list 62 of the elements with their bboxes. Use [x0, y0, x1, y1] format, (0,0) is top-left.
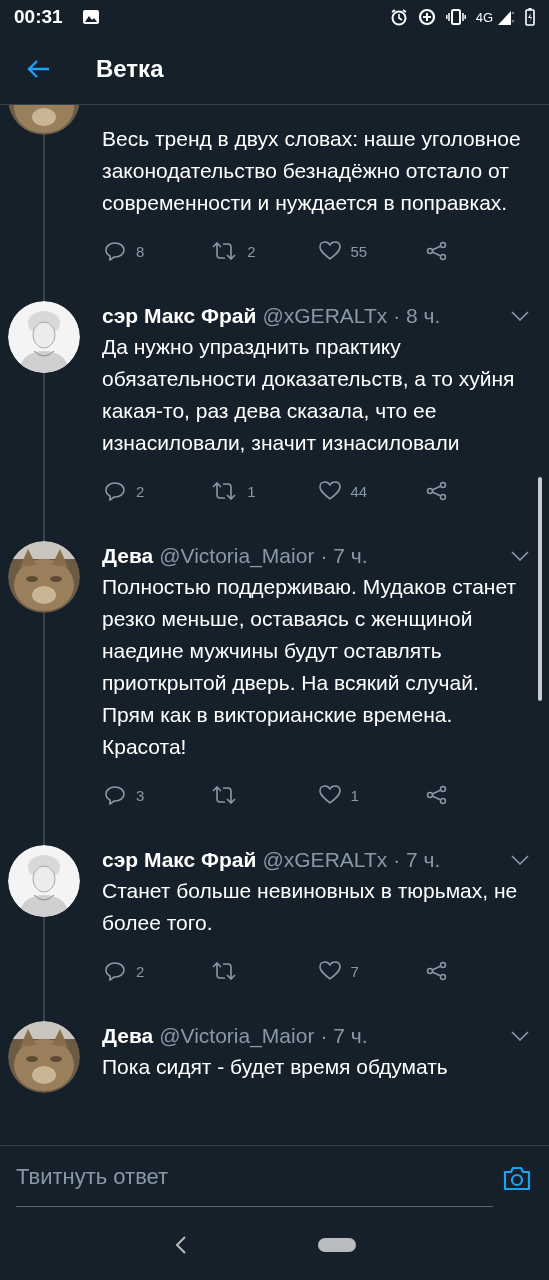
vibrate-icon: [445, 9, 466, 25]
tweet-text: Да нужно упразднить практику обязательности доказательств, а то хуйня какая-то, раз дева сказала, что ее изнасиловали, значит изнасиловали: [102, 334, 516, 456]
author-handle[interactable]: @Victoria_Maior: [159, 1024, 315, 1048]
reply-icon[interactable]: [104, 785, 126, 805]
author-name[interactable]: Дева: [102, 544, 154, 568]
like-count: 44: [350, 482, 368, 500]
heart-icon[interactable]: [318, 481, 341, 501]
like-count: 1: [350, 786, 359, 804]
reply-icon[interactable]: [104, 481, 126, 501]
tweet-time: · 8 ч.: [393, 304, 441, 328]
scrollbar[interactable]: [538, 477, 542, 701]
signal-icon: [497, 9, 515, 25]
author-handle[interactable]: @Victoria_Maior: [159, 544, 315, 568]
retweet-icon[interactable]: [211, 482, 238, 500]
reply-field[interactable]: Твитнуть ответ: [16, 1149, 493, 1207]
tweet-text: Полностью поддерживаю. Мудаков станет резко меньше, оставаясь с женщиной наедине мужчины будут оставлять приоткрытой дверь. На всякий случай. Прям как в викторианские времена. Красота!: [102, 574, 518, 760]
heart-icon[interactable]: [318, 241, 341, 261]
author-handle[interactable]: @xGERALTx: [262, 848, 388, 872]
tweet-text: Пока сидят - будет время обдумать: [102, 1054, 449, 1080]
network-type: 4G: [475, 9, 493, 25]
image-icon: [82, 10, 99, 24]
tweet-time: · 7 ч.: [320, 544, 368, 568]
retweet-icon[interactable]: [211, 242, 238, 260]
back-arrow-icon[interactable]: [26, 59, 50, 79]
heart-icon[interactable]: [318, 785, 341, 805]
tweet-text: Весь тренд в двух словах: наше уголовное законодательство безнадёжно отстало от современности и нуждается в поправках.: [102, 126, 522, 216]
heart-icon[interactable]: [318, 961, 341, 981]
author-handle[interactable]: @xGERALTx: [262, 304, 388, 328]
retweet-count: 1: [247, 482, 256, 500]
data-saver-icon: [417, 8, 436, 26]
tweet-time: · 7 ч.: [320, 1024, 368, 1048]
chevron-down-icon[interactable]: [511, 1031, 529, 1041]
alarm-icon: [389, 8, 408, 26]
retweet-count: 2: [247, 242, 256, 260]
screen-title: Ветка: [96, 55, 164, 83]
retweet-icon[interactable]: [211, 786, 238, 804]
camera-icon[interactable]: [503, 1165, 531, 1191]
retweet-icon[interactable]: [211, 962, 238, 980]
share-icon[interactable]: [425, 785, 448, 805]
chevron-down-icon[interactable]: [511, 311, 529, 321]
share-icon[interactable]: [425, 961, 448, 981]
reply-count: 8: [136, 242, 145, 260]
reply-icon[interactable]: [104, 241, 126, 261]
like-count: 55: [350, 242, 368, 260]
chevron-down-icon[interactable]: [511, 855, 529, 865]
author-name[interactable]: сэр Макс Фрай: [102, 304, 257, 328]
tweet-text: Станет больше невиновных в тюрьмах, не более того.: [102, 878, 519, 936]
share-icon[interactable]: [425, 241, 448, 261]
back-icon[interactable]: [173, 1235, 188, 1255]
battery-icon: [525, 8, 535, 26]
status-time: 00:31: [14, 6, 63, 28]
reply-icon[interactable]: [104, 961, 126, 981]
home-button[interactable]: [317, 1238, 356, 1252]
reply-count: 2: [136, 962, 145, 980]
chevron-down-icon[interactable]: [511, 551, 529, 561]
like-count: 7: [350, 962, 359, 980]
reply-count: 3: [136, 786, 145, 804]
tweet-time: · 7 ч.: [393, 848, 441, 872]
author-name[interactable]: Дева: [102, 1024, 154, 1048]
author-name[interactable]: сэр Макс Фрай: [102, 848, 257, 872]
share-icon[interactable]: [425, 481, 448, 501]
reply-count: 2: [136, 482, 145, 500]
